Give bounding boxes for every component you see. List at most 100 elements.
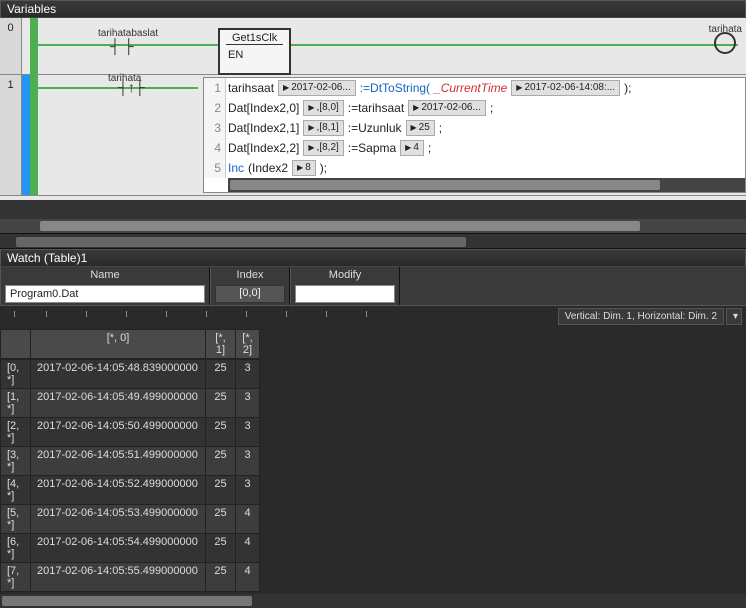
- row-index: [4, *]: [1, 476, 31, 505]
- modify-input[interactable]: [295, 285, 395, 303]
- cell-value[interactable]: 3: [236, 389, 260, 418]
- value-tip: ▶,[8,2]: [303, 140, 343, 156]
- cell-value[interactable]: 4: [236, 563, 260, 592]
- rung-0[interactable]: 0 tarihatabaslat ┤ ├ Get1sClk EN tarihat…: [0, 18, 746, 75]
- scroll-thumb[interactable]: [230, 180, 660, 190]
- hdr-col2[interactable]: [*, 2]: [236, 330, 260, 359]
- arg: _CurrentTime: [432, 78, 509, 98]
- cell-value[interactable]: 2017-02-06-14:05:51.499000000: [31, 447, 206, 476]
- rung-1[interactable]: 1 tarihata ┤↑├ 1 tarihsaat ▶2017-02-06..…: [0, 75, 746, 196]
- rung-wire: [38, 44, 738, 46]
- watch-scroll-h[interactable]: [0, 594, 746, 608]
- code-line[interactable]: 2 Dat[Index2,0] ▶,[8,0] :=tarihsaat ▶201…: [204, 98, 745, 118]
- fb-port: EN: [226, 45, 283, 71]
- cell-value[interactable]: 2017-02-06-14:05:55.499000000: [31, 563, 206, 592]
- value-tip: ▶,[8,1]: [303, 120, 343, 136]
- table-row[interactable]: [6, *]2017-02-06-14:05:54.499000000254: [1, 534, 260, 563]
- index-slider[interactable]: [6, 308, 406, 320]
- dim-label: Vertical: Dim. 1, Horizontal: Dim. 2: [558, 308, 724, 325]
- index-value[interactable]: [0,0]: [215, 285, 285, 303]
- lhs: Dat[Index2,2]: [226, 138, 301, 158]
- rung-body: tarihatabaslat ┤ ├ Get1sClk EN tarihata: [38, 18, 746, 74]
- cell-value[interactable]: 4: [236, 534, 260, 563]
- cell-value[interactable]: 2017-02-06-14:05:50.499000000: [31, 418, 206, 447]
- line-number: 2: [204, 98, 226, 118]
- scroll-thumb[interactable]: [2, 596, 252, 606]
- cell-value[interactable]: 25: [206, 563, 236, 592]
- cell-value[interactable]: 3: [236, 447, 260, 476]
- function-block[interactable]: Get1sClk EN: [218, 28, 291, 75]
- row-index: [1, *]: [1, 389, 31, 418]
- value-tip: ▶2017-02-06...: [408, 100, 486, 116]
- cell-value[interactable]: 25: [206, 389, 236, 418]
- cell-value[interactable]: 3: [236, 476, 260, 505]
- cell-value[interactable]: 4: [236, 505, 260, 534]
- line-number: 1: [204, 78, 226, 98]
- watch-controls: Name Index [0,0] Modify: [0, 267, 746, 306]
- scroll-thumb[interactable]: [16, 237, 466, 247]
- value-tip: ▶4: [400, 140, 424, 156]
- cell-value[interactable]: 25: [206, 418, 236, 447]
- code-line[interactable]: 5 Inc (Index2 ▶8 );: [204, 158, 745, 178]
- outer-scroll[interactable]: [0, 233, 746, 249]
- line-number: 5: [204, 158, 226, 178]
- rung-power-rail: [30, 75, 38, 195]
- watch-table-header: [*, 0] [*, 1] [*, 2]: [1, 330, 260, 359]
- st-code-block[interactable]: 1 tarihsaat ▶2017-02-06... :=DtToString(…: [203, 77, 746, 193]
- cell-value[interactable]: 25: [206, 447, 236, 476]
- code-scroll-h[interactable]: [228, 178, 745, 192]
- ladder-panel: 0 tarihatabaslat ┤ ├ Get1sClk EN tarihat…: [0, 18, 746, 233]
- rung-sel-bar: [22, 75, 30, 195]
- mid: :=Uzunluk: [346, 118, 404, 138]
- code-line[interactable]: 1 tarihsaat ▶2017-02-06... :=DtToString(…: [204, 78, 745, 98]
- value-tip: ▶8: [292, 160, 316, 176]
- name-input[interactable]: [5, 285, 205, 303]
- table-row[interactable]: [1, *]2017-02-06-14:05:49.499000000253: [1, 389, 260, 418]
- coil[interactable]: [714, 32, 736, 54]
- table-row[interactable]: [3, *]2017-02-06-14:05:51.499000000253: [1, 447, 260, 476]
- hdr-blank: [1, 330, 31, 359]
- dim-dropdown-icon[interactable]: ▾: [726, 308, 742, 325]
- cell-value[interactable]: 2017-02-06-14:05:53.499000000: [31, 505, 206, 534]
- rung-sel-bar: [22, 18, 30, 74]
- table-row[interactable]: [7, *]2017-02-06-14:05:55.499000000254: [1, 563, 260, 592]
- mid: :=tarihsaat: [346, 98, 406, 118]
- end: );: [318, 158, 329, 178]
- code-line[interactable]: 3 Dat[Index2,1] ▶,[8,1] :=Uzunluk ▶25 ;: [204, 118, 745, 138]
- cell-value[interactable]: 2017-02-06-14:05:48.839000000: [31, 360, 206, 389]
- table-row[interactable]: [2, *]2017-02-06-14:05:50.499000000253: [1, 418, 260, 447]
- rung-power-rail: [30, 18, 38, 74]
- contact-rising[interactable]: ┤↑├: [118, 79, 145, 95]
- cell-value[interactable]: 2017-02-06-14:05:49.499000000: [31, 389, 206, 418]
- col-index-header: Index: [211, 267, 289, 283]
- ladder-scroll-h[interactable]: [0, 219, 746, 233]
- cell-value[interactable]: 2017-02-06-14:05:52.499000000: [31, 476, 206, 505]
- scroll-thumb[interactable]: [40, 221, 640, 231]
- table-row[interactable]: [5, *]2017-02-06-14:05:53.499000000254: [1, 505, 260, 534]
- mid: :=Sapma: [346, 138, 398, 158]
- cell-value[interactable]: 3: [236, 418, 260, 447]
- end: ;: [426, 138, 433, 158]
- fb-title: Get1sClk: [226, 32, 283, 45]
- table-row[interactable]: [0, *]2017-02-06-14:05:48.839000000253: [1, 360, 260, 389]
- watch-subheader: Vertical: Dim. 1, Horizontal: Dim. 2 ▾: [0, 306, 746, 327]
- value-tip: ▶25: [406, 120, 435, 136]
- row-index: [2, *]: [1, 418, 31, 447]
- code-line[interactable]: 4 Dat[Index2,2] ▶,[8,2] :=Sapma ▶4 ;: [204, 138, 745, 158]
- cell-value[interactable]: 25: [206, 534, 236, 563]
- col-modify-header: Modify: [291, 267, 399, 283]
- table-row[interactable]: [4, *]2017-02-06-14:05:52.499000000253: [1, 476, 260, 505]
- cell-value[interactable]: 25: [206, 476, 236, 505]
- variables-header: Variables: [0, 0, 746, 18]
- contact-no[interactable]: ┤ ├: [110, 38, 134, 54]
- watch-header: Watch (Table)1: [0, 249, 746, 267]
- value-tip: ▶,[8,0]: [303, 100, 343, 116]
- cell-value[interactable]: 25: [206, 360, 236, 389]
- cell-value[interactable]: 25: [206, 505, 236, 534]
- cell-value[interactable]: 2017-02-06-14:05:54.499000000: [31, 534, 206, 563]
- cell-value[interactable]: 3: [236, 360, 260, 389]
- hdr-col0[interactable]: [*, 0]: [31, 330, 206, 359]
- rung-body: tarihata ┤↑├ 1 tarihsaat ▶2017-02-06... …: [38, 75, 746, 195]
- lhs: tarihsaat: [226, 78, 276, 98]
- hdr-col1[interactable]: [*, 1]: [206, 330, 236, 359]
